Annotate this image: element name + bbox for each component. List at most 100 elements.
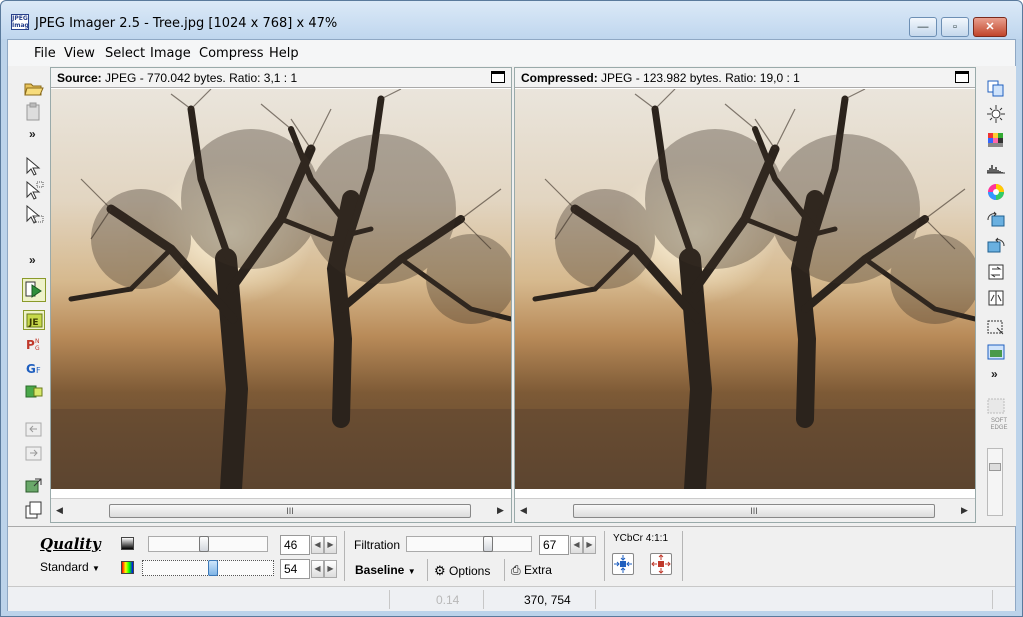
copy-pages-icon[interactable] xyxy=(23,500,45,520)
source-label: Source: xyxy=(57,71,102,85)
scroll-left-icon[interactable]: ◀ xyxy=(520,505,527,516)
soft-edge-icon[interactable] xyxy=(985,396,1007,416)
right-toolbar: » SOFT EDGE xyxy=(976,66,1016,526)
chevron-down-icon[interactable]: » xyxy=(29,128,36,140)
gif-format-icon[interactable]: GF xyxy=(23,358,45,378)
chroma-slider[interactable] xyxy=(142,560,274,576)
slider-icon[interactable] xyxy=(987,448,1003,516)
paste-icon[interactable] xyxy=(23,102,45,122)
filtration-label: Filtration xyxy=(354,538,401,552)
cursor-coords: 370, 754 xyxy=(524,593,571,607)
separator xyxy=(504,559,505,581)
scroll-right-icon[interactable]: ▶ xyxy=(961,505,968,516)
open-folder-icon[interactable] xyxy=(23,78,45,98)
left-toolbar: » » JE PNG GF xyxy=(8,66,50,526)
jpeg-format-icon[interactable]: JE xyxy=(23,310,45,330)
menu-help[interactable]: Help xyxy=(269,46,299,61)
extra-icon: ⎙ xyxy=(511,563,521,577)
source-header: Source: JPEG - 770.042 bytes. Ratio: 3,1… xyxy=(51,68,511,88)
select-add-icon[interactable] xyxy=(23,180,45,200)
chevron-down-icon[interactable]: » xyxy=(29,254,36,266)
brightness-icon[interactable] xyxy=(985,104,1007,124)
maximize-pane-icon[interactable] xyxy=(491,71,505,83)
luma-decrease-button[interactable]: ◀ xyxy=(311,536,324,554)
quality-preset-dropdown[interactable]: Standard ▼ xyxy=(40,560,100,574)
filtration-value-field[interactable]: 67 xyxy=(539,535,569,555)
chroma-slider-thumb[interactable] xyxy=(208,560,218,576)
menu-view[interactable]: View xyxy=(64,46,95,61)
title-bar[interactable]: JPEG Image JPEG Imager 2.5 - Tree.jpg [1… xyxy=(1,1,1022,39)
zoom-status: 0.14 xyxy=(436,593,460,607)
separator xyxy=(682,531,683,581)
rotate-right-icon[interactable] xyxy=(985,236,1007,256)
options-button[interactable]: ⚙ Options xyxy=(434,563,490,579)
menu-file[interactable]: File xyxy=(34,46,56,61)
select-subtract-icon[interactable] xyxy=(23,204,45,224)
select-arrow-icon[interactable] xyxy=(23,156,45,176)
chroma-icon xyxy=(121,561,134,574)
menu-compress[interactable]: Compress xyxy=(199,46,264,61)
png-format-icon[interactable]: PNG xyxy=(23,334,45,354)
scroll-left-icon[interactable]: ◀ xyxy=(56,505,63,516)
ycbcr-expand-button[interactable] xyxy=(650,553,672,575)
luma-increase-button[interactable]: ▶ xyxy=(324,536,337,554)
filtration-decrease-button[interactable]: ◀ xyxy=(570,536,583,554)
svg-text:N: N xyxy=(35,338,40,345)
minimize-button[interactable]: — xyxy=(909,17,937,37)
chroma-value-field[interactable]: 54 xyxy=(280,559,310,579)
maximize-pane-icon[interactable] xyxy=(955,71,969,83)
quality-preset-value: Standard xyxy=(40,560,89,574)
arrows-out-icon xyxy=(651,554,671,574)
compressed-hscrollbar[interactable]: ◀ III ▶ xyxy=(515,498,975,522)
bmp-format-icon[interactable] xyxy=(23,382,45,402)
baseline-dropdown[interactable]: Baseline ▼ xyxy=(355,563,416,577)
source-image[interactable] xyxy=(51,89,511,489)
export-icon[interactable] xyxy=(23,476,45,496)
luma-slider[interactable] xyxy=(148,536,268,552)
source-hscrollbar[interactable]: ◀ III ▶ xyxy=(51,498,511,522)
ycbcr-compress-button[interactable] xyxy=(612,553,634,575)
rotate-left-icon[interactable] xyxy=(985,210,1007,230)
maximize-button[interactable]: ▫ xyxy=(941,17,969,37)
chroma-decrease-button[interactable]: ◀ xyxy=(311,560,324,578)
soft-edge-label: SOFT EDGE xyxy=(990,418,1008,431)
client-area: File View Select Image Compress Help » »… xyxy=(7,39,1016,611)
luma-value-field[interactable]: 46 xyxy=(280,535,310,555)
source-scroll-thumb[interactable]: III xyxy=(109,504,471,518)
filtration-slider-thumb[interactable] xyxy=(483,536,493,552)
flip-icon[interactable] xyxy=(985,262,1007,282)
filtration-increase-button[interactable]: ▶ xyxy=(583,536,596,554)
separator xyxy=(604,531,605,581)
compressed-image[interactable] xyxy=(515,89,975,489)
dropdown-arrow-icon: ▼ xyxy=(92,564,100,573)
view-image-icon[interactable] xyxy=(985,342,1007,362)
compressed-scroll-thumb[interactable]: III xyxy=(573,504,935,518)
copy-icon[interactable] xyxy=(985,78,1007,98)
histogram-icon[interactable] xyxy=(985,156,1007,176)
chroma-increase-button[interactable]: ▶ xyxy=(324,560,337,578)
status-bar: 0.14 370, 754 xyxy=(8,586,1015,611)
arrow-left-icon[interactable] xyxy=(23,420,45,440)
play-compare-icon[interactable] xyxy=(22,278,46,302)
menu-select[interactable]: Select xyxy=(105,46,145,61)
extra-button[interactable]: ⎙ Extra xyxy=(511,563,552,578)
chevron-down-icon[interactable]: » xyxy=(991,368,998,380)
close-button[interactable]: ✕ xyxy=(973,17,1007,37)
color-wheel-icon[interactable] xyxy=(985,182,1007,202)
palette-grid-icon[interactable] xyxy=(985,130,1007,150)
crop-select-icon[interactable] xyxy=(985,318,1007,338)
filtration-slider[interactable] xyxy=(406,536,532,552)
svg-text:JE: JE xyxy=(28,318,39,328)
quality-label: Quality xyxy=(40,535,101,553)
scroll-right-icon[interactable]: ▶ xyxy=(497,505,504,516)
compressed-pane: Compressed: JPEG - 123.982 bytes. Ratio:… xyxy=(514,67,976,523)
menu-image[interactable]: Image xyxy=(150,46,191,61)
luma-slider-thumb[interactable] xyxy=(199,536,209,552)
mirror-icon[interactable] xyxy=(985,288,1007,308)
compressed-label: Compressed: xyxy=(521,71,598,85)
compressed-info: JPEG - 123.982 bytes. Ratio: 19,0 : 1 xyxy=(601,71,800,85)
luma-icon xyxy=(121,537,134,550)
arrows-in-icon xyxy=(614,555,632,573)
arrow-right-icon[interactable] xyxy=(23,444,45,464)
extra-label: Extra xyxy=(523,563,552,577)
